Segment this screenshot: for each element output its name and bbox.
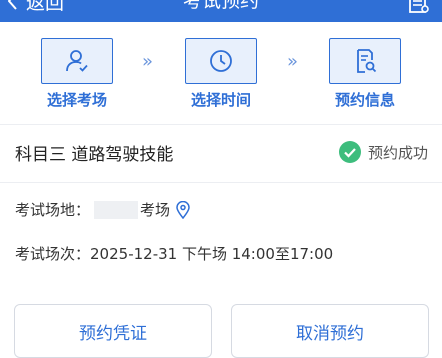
- page-title: 考试预约: [182, 0, 259, 12]
- check-circle-icon: [338, 141, 361, 163]
- exam-booking-page: 返回 考试预约 选择考场 » 选择时间 » 预约信息 科目三 道路驾驶技能 预约…: [0, 0, 442, 358]
- subject-title: 科目三 道路驾驶技能: [15, 145, 174, 165]
- top-header: 返回 考试预约: [0, 0, 442, 22]
- step-label: 预约信息: [334, 91, 395, 109]
- venue-row: 考试场地： 考场: [15, 199, 190, 220]
- redacted-venue-name: [94, 200, 139, 219]
- subject-row: 科目三 道路驾驶技能 预约成功: [0, 124, 442, 182]
- step-select-venue[interactable]: 选择考场: [41, 38, 113, 110]
- step-arrow: »: [142, 51, 154, 72]
- step-label: 选择考场: [46, 91, 107, 109]
- person-check-icon: [66, 50, 88, 72]
- document-search-icon: [357, 49, 377, 73]
- step-booking-info[interactable]: 预约信息: [329, 38, 401, 110]
- receipt-icon[interactable]: [408, 0, 430, 16]
- step-label: 选择时间: [190, 91, 251, 109]
- session-label: 考试场次：: [15, 245, 91, 263]
- session-value: 2025-12-31 下午场 14:00至17:00: [90, 245, 334, 263]
- clock-icon: [210, 50, 232, 72]
- booking-voucher-button[interactable]: 预约凭证: [14, 304, 212, 358]
- cancel-booking-button[interactable]: 取消预约: [231, 304, 429, 358]
- divider: [0, 182, 442, 183]
- step-arrow: »: [287, 51, 299, 72]
- location-pin-icon[interactable]: [176, 200, 190, 219]
- step-icon-box: [329, 38, 401, 84]
- booking-steps: 选择考场 » 选择时间 » 预约信息: [0, 22, 442, 124]
- status-badge: 预约成功: [338, 140, 428, 164]
- step-icon-box: [41, 38, 113, 84]
- venue-label: 考试场地：: [15, 201, 91, 219]
- session-row: 考试场次： 2025-12-31 下午场 14:00至17:00: [15, 243, 333, 264]
- venue-suffix: 考场: [140, 201, 171, 219]
- step-select-time[interactable]: 选择时间: [185, 38, 257, 110]
- step-icon-box: [185, 38, 257, 84]
- status-text: 预约成功: [367, 143, 428, 162]
